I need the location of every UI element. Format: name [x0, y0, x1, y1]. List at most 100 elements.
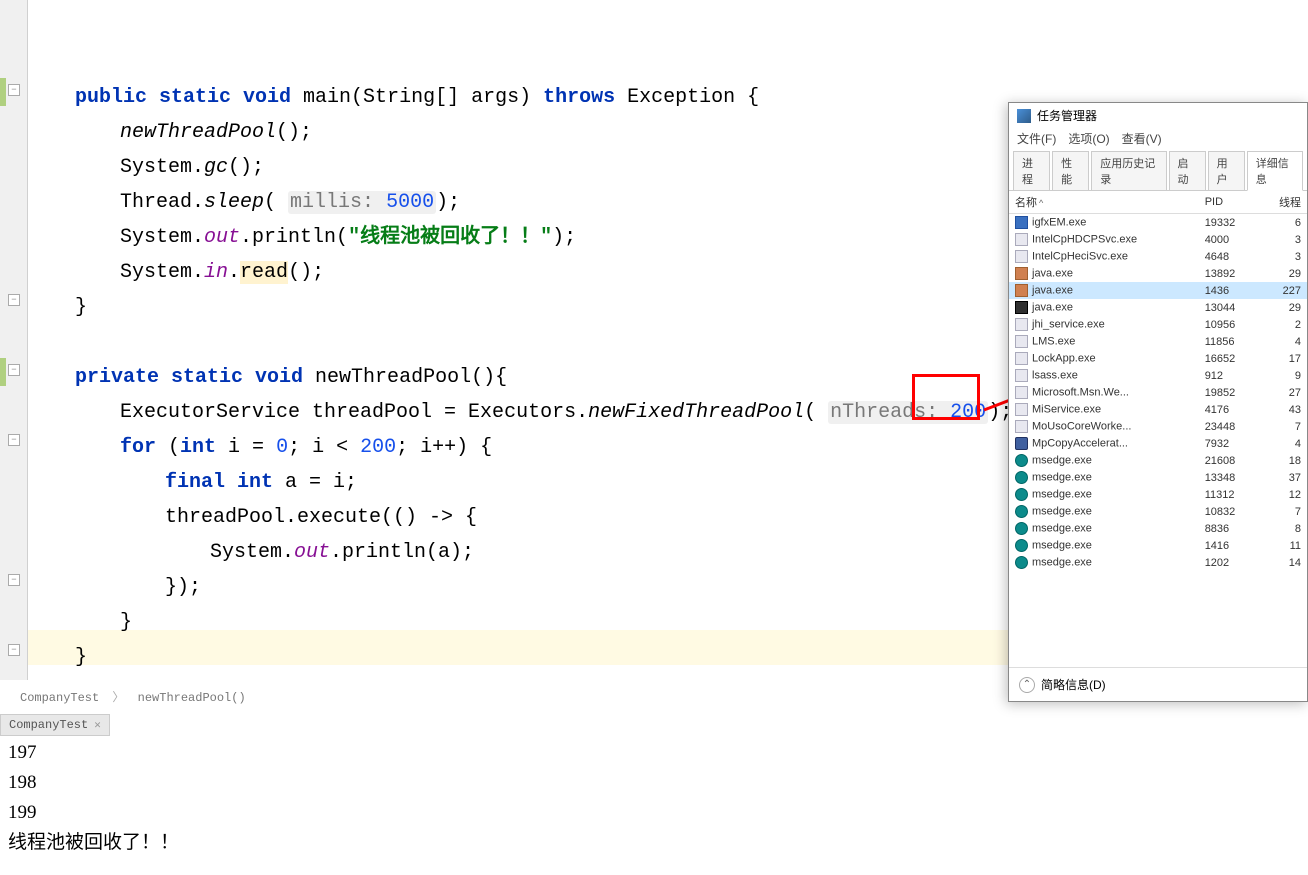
cell-threads: 14 — [1259, 554, 1307, 571]
breadcrumb-item[interactable]: CompanyTest — [20, 691, 99, 705]
cell-name: jhi_service.exe — [1009, 316, 1199, 333]
col-threads[interactable]: 线程 — [1259, 191, 1307, 214]
annotation-box — [912, 374, 980, 420]
code-line[interactable]: newThreadPool(); — [120, 115, 312, 150]
tab-details[interactable]: 详细信息 — [1247, 151, 1303, 191]
tab-startup[interactable]: 启动 — [1169, 151, 1206, 190]
code-line[interactable]: } — [75, 290, 87, 325]
process-table[interactable]: 名称^ PID 线程 igfxEM.exe193326IntelCpHDCPSv… — [1009, 191, 1307, 571]
cell-threads: 12 — [1259, 486, 1307, 503]
tab-users[interactable]: 用户 — [1208, 151, 1245, 190]
cell-threads: 9 — [1259, 367, 1307, 384]
table-row[interactable]: igfxEM.exe193326 — [1009, 214, 1307, 232]
task-manager-footer[interactable]: ⌃ 简略信息(D) — [1009, 667, 1307, 701]
cell-pid: 11856 — [1199, 333, 1259, 350]
cell-pid: 7932 — [1199, 435, 1259, 452]
code-line[interactable]: System.out.println("线程池被回收了！！"); — [120, 220, 576, 255]
breadcrumb-item[interactable]: newThreadPool() — [138, 691, 246, 705]
table-row[interactable]: msedge.exe88368 — [1009, 520, 1307, 537]
breadcrumb[interactable]: CompanyTest 〉 newThreadPool() — [20, 688, 246, 705]
code-line[interactable]: } — [120, 605, 132, 640]
table-row[interactable]: msedge.exe2160818 — [1009, 452, 1307, 469]
tab-processes[interactable]: 进程 — [1013, 151, 1050, 190]
menu-bar[interactable]: 文件(F) 选项(O) 查看(V) — [1009, 128, 1307, 151]
cell-name: msedge.exe — [1009, 469, 1199, 486]
output-line: 197 — [8, 738, 179, 768]
code-line[interactable]: }); — [165, 570, 201, 605]
cell-pid: 23448 — [1199, 418, 1259, 435]
process-icon — [1015, 335, 1028, 348]
fold-toggle-icon[interactable]: − — [8, 84, 20, 96]
table-row[interactable]: IntelCpHDCPSvc.exe40003 — [1009, 231, 1307, 248]
process-icon — [1015, 267, 1028, 280]
table-row[interactable]: Microsoft.Msn.We...1985227 — [1009, 384, 1307, 401]
table-row[interactable]: IntelCpHeciSvc.exe46483 — [1009, 248, 1307, 265]
code-line[interactable]: Thread.sleep( millis: 5000); — [120, 185, 460, 220]
cell-pid: 4176 — [1199, 401, 1259, 418]
table-row[interactable]: msedge.exe141611 — [1009, 537, 1307, 554]
fold-toggle-icon[interactable]: − — [8, 364, 20, 376]
code-line[interactable]: threadPool.execute(() -> { — [165, 500, 477, 535]
tab-bar[interactable]: 进程 性能 应用历史记录 启动 用户 详细信息 — [1009, 151, 1307, 191]
table-row[interactable]: MoUsoCoreWorke...234487 — [1009, 418, 1307, 435]
table-row[interactable]: msedge.exe1131212 — [1009, 486, 1307, 503]
code-line[interactable]: ExecutorService threadPool = Executors.n… — [120, 395, 1012, 430]
table-row[interactable]: lsass.exe9129 — [1009, 367, 1307, 384]
cell-name: IntelCpHDCPSvc.exe — [1009, 231, 1199, 248]
process-icon — [1015, 403, 1028, 416]
fold-toggle-icon[interactable]: − — [8, 434, 20, 446]
cell-pid: 10956 — [1199, 316, 1259, 333]
col-pid[interactable]: PID — [1199, 191, 1259, 214]
cell-name: java.exe — [1009, 299, 1199, 316]
fold-toggle-icon[interactable]: − — [8, 574, 20, 586]
cell-name: LockApp.exe — [1009, 350, 1199, 367]
menu-options[interactable]: 选项(O) — [1068, 130, 1109, 147]
table-header-row[interactable]: 名称^ PID 线程 — [1009, 191, 1307, 214]
table-row[interactable]: MpCopyAccelerat...79324 — [1009, 435, 1307, 452]
code-line[interactable]: } — [75, 640, 87, 675]
tab-history[interactable]: 应用历史记录 — [1091, 151, 1166, 190]
code-line[interactable]: final int a = i; — [165, 465, 357, 500]
process-icon — [1015, 284, 1028, 297]
table-row[interactable]: LMS.exe118564 — [1009, 333, 1307, 350]
table-row[interactable]: java.exe1436227 — [1009, 282, 1307, 299]
task-manager-window[interactable]: 任务管理器 文件(F) 选项(O) 查看(V) 进程 性能 应用历史记录 启动 … — [1008, 102, 1308, 702]
console-tab[interactable]: CompanyTest ✕ — [0, 714, 110, 736]
cell-pid: 4000 — [1199, 231, 1259, 248]
cell-name: msedge.exe — [1009, 486, 1199, 503]
cell-threads: 2 — [1259, 316, 1307, 333]
table-row[interactable]: java.exe1389229 — [1009, 265, 1307, 282]
console-output[interactable]: 197 198 199 线程池被回收了！！ — [8, 738, 179, 858]
code-line[interactable]: System.in.read(); — [120, 255, 324, 290]
code-line[interactable]: public static void main(String[] args) t… — [75, 80, 759, 115]
table-row[interactable]: msedge.exe120214 — [1009, 554, 1307, 571]
code-line[interactable]: for (int i = 0; i < 200; i++) { — [120, 430, 492, 465]
chevron-up-icon[interactable]: ⌃ — [1019, 677, 1035, 693]
code-line[interactable]: System.out.println(a); — [210, 535, 474, 570]
menu-file[interactable]: 文件(F) — [1017, 130, 1056, 147]
cell-name: msedge.exe — [1009, 554, 1199, 571]
process-icon — [1015, 216, 1028, 229]
process-icon — [1015, 505, 1028, 518]
table-row[interactable]: msedge.exe108327 — [1009, 503, 1307, 520]
col-name[interactable]: 名称^ — [1009, 191, 1199, 214]
cell-name: msedge.exe — [1009, 520, 1199, 537]
chevron-right-icon: 〉 — [112, 691, 124, 705]
output-line: 198 — [8, 768, 179, 798]
cell-name: java.exe — [1009, 282, 1199, 299]
code-line[interactable]: System.gc(); — [120, 150, 264, 185]
table-row[interactable]: LockApp.exe1665217 — [1009, 350, 1307, 367]
close-icon[interactable]: ✕ — [94, 718, 101, 732]
window-titlebar[interactable]: 任务管理器 — [1009, 103, 1307, 128]
table-row[interactable]: jhi_service.exe109562 — [1009, 316, 1307, 333]
fold-toggle-icon[interactable]: − — [8, 644, 20, 656]
code-line[interactable]: private static void newThreadPool(){ — [75, 360, 507, 395]
fold-toggle-icon[interactable]: − — [8, 294, 20, 306]
table-row[interactable]: MiService.exe417643 — [1009, 401, 1307, 418]
table-row[interactable]: msedge.exe1334837 — [1009, 469, 1307, 486]
table-row[interactable]: java.exe1304429 — [1009, 299, 1307, 316]
menu-view[interactable]: 查看(V) — [1122, 130, 1162, 147]
brief-info-link[interactable]: 简略信息(D) — [1041, 676, 1106, 693]
cell-threads: 29 — [1259, 299, 1307, 316]
tab-performance[interactable]: 性能 — [1052, 151, 1089, 190]
